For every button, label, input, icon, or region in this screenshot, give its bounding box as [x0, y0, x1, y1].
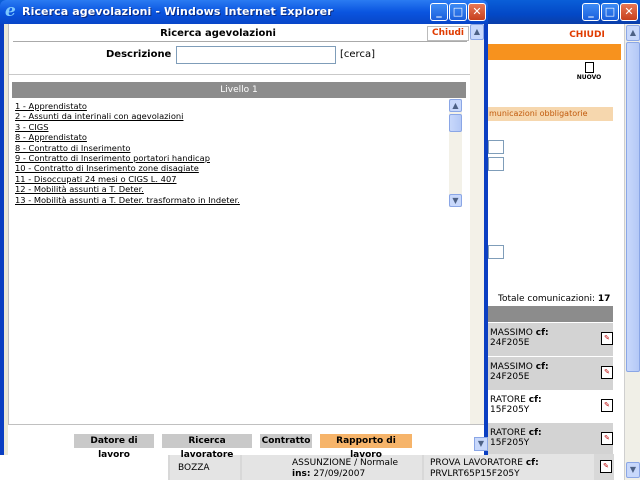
total-communications: Totale comunicazioni: 17: [498, 294, 610, 304]
popup-scroll-up-icon[interactable]: ▲: [470, 24, 484, 40]
pdf-icon[interactable]: ✎: [601, 399, 613, 412]
cf-label: cf:: [528, 395, 542, 405]
search-link[interactable]: [cerca]: [340, 49, 375, 60]
total-value: 17: [597, 294, 611, 304]
list-scroll-up-icon[interactable]: ▲: [449, 99, 462, 112]
ins-label: ins:: [292, 469, 311, 479]
row-type-cell: ASSUNZIONE / Normale ins: 27/09/2007: [242, 454, 422, 480]
minimize-button[interactable]: _: [582, 3, 600, 21]
worker-name: RATORE: [490, 428, 526, 438]
page-title: Ricerca agevolazioni: [160, 28, 276, 39]
worker-name: MASSIMO: [490, 362, 533, 372]
new-document-icon: [584, 62, 594, 73]
row-worker-cell: PROVA LAVORATORE cf: PRVLRT65P15F205Y: [424, 454, 594, 480]
pdf-icon[interactable]: ✎: [601, 366, 613, 379]
scroll-thumb[interactable]: [626, 42, 640, 372]
new-button[interactable]: NUOVO: [574, 62, 604, 86]
list-item[interactable]: 1 - Apprendistato: [15, 101, 445, 111]
close-link[interactable]: Chiudi: [427, 26, 469, 41]
table-header: [487, 306, 613, 322]
level-header: Livello 1: [12, 82, 466, 98]
maximize-button[interactable]: □: [601, 3, 619, 21]
tab-datore-di-lavoro[interactable]: Datore di lavoro: [74, 434, 154, 460]
popup-scroll-down-icon[interactable]: ▼: [474, 437, 488, 451]
worker-cf: 24F205E: [490, 372, 530, 382]
worker-name: RATORE: [490, 395, 526, 405]
popup-close-button[interactable]: ✕: [468, 3, 486, 21]
table-row[interactable]: MASSIMO cf: 24F205E ✎: [487, 323, 613, 356]
worker-cf: 24F205E: [490, 338, 530, 348]
filter-field-1[interactable]: [488, 140, 504, 154]
tab-contratto[interactable]: Contratto: [260, 434, 312, 448]
list-item[interactable]: 8 - Apprendistato: [15, 132, 445, 142]
description-label: Descrizione: [106, 49, 172, 60]
ie-icon: e: [5, 1, 16, 21]
table-row[interactable]: RATORE cf: 15F205Y ✎: [487, 390, 613, 423]
row-cell-empty: [8, 454, 168, 480]
cf-label: cf:: [535, 328, 549, 338]
list-item[interactable]: 11 - Disoccupati 24 mesi o CIGS L. 407: [15, 174, 445, 184]
worker-cf: PRVLRT65P15F205Y: [430, 469, 520, 479]
total-label: Totale comunicazioni:: [498, 294, 595, 304]
list-item[interactable]: 9 - Contratto di Inserimento portatori h…: [15, 153, 445, 163]
popup-minimize-button[interactable]: _: [430, 3, 448, 21]
list-item[interactable]: 12 - Mobilità assunti a T. Deter.: [15, 184, 445, 194]
main-vertical-scrollbar[interactable]: ▲ ▼: [624, 24, 640, 480]
table-row[interactable]: MASSIMO cf: 24F205E ✎: [487, 357, 613, 390]
table-row[interactable]: RATORE cf: 15F205Y ✎: [487, 423, 613, 456]
scroll-up-icon[interactable]: ▲: [626, 25, 640, 41]
popup-titlebar[interactable]: e Ricerca agevolazioni - Windows Interne…: [0, 0, 488, 24]
list-item[interactable]: 13 - Mobilità assunti a T. Deter. trasfo…: [15, 195, 445, 205]
main-orange-bar: [487, 44, 621, 60]
popup-page: Ricerca agevolazioni Chiudi Descrizione …: [8, 24, 471, 424]
list-item[interactable]: 10 - Contratto di Inserimento zone disag…: [15, 163, 445, 173]
description-input[interactable]: [176, 46, 336, 64]
divider: [9, 74, 471, 75]
worker-name: MASSIMO: [490, 328, 533, 338]
list-item[interactable]: 3 - CIGS: [15, 122, 445, 132]
tab-rapporto-di-lavoro[interactable]: Rapporto di lavoro: [320, 434, 412, 460]
scroll-down-icon[interactable]: ▼: [626, 462, 640, 478]
popup-maximize-button[interactable]: □: [449, 3, 467, 21]
popup-window-title: Ricerca agevolazioni - Windows Internet …: [22, 5, 333, 18]
filter-field-2[interactable]: [488, 157, 504, 171]
list-items: 1 - Apprendistato 2 - Assunti da interina…: [15, 101, 445, 205]
worker-cf: 15F205Y: [490, 405, 530, 415]
popup-header: Ricerca agevolazioni Chiudi: [13, 26, 469, 42]
popup-window: e Ricerca agevolazioni - Windows Interne…: [0, 0, 488, 460]
new-button-label: NUOVO: [576, 74, 602, 81]
pdf-icon[interactable]: ✎: [601, 332, 613, 345]
worker-name: PROVA LAVORATORE: [430, 458, 523, 468]
pdf-icon[interactable]: ✎: [601, 432, 613, 445]
worker-cf: 15F205Y: [490, 438, 530, 448]
cf-label: cf:: [525, 458, 539, 468]
filter-field-3[interactable]: [488, 245, 504, 259]
tab-ricerca-lavoratore[interactable]: Ricerca lavoratore: [162, 434, 252, 460]
popup-footer-nav: Datore di lavoro Ricerca lavoratore Cont…: [8, 424, 488, 460]
ins-date: 27/09/2007: [313, 469, 366, 479]
comunicazioni-tab[interactable]: municazioni obbligatorie: [487, 107, 613, 121]
pdf-icon[interactable]: ✎: [600, 460, 612, 473]
cf-label: cf:: [535, 362, 549, 372]
row-type: ASSUNZIONE / Normale: [292, 458, 399, 468]
list-scroll-thumb[interactable]: [449, 114, 462, 132]
main-close-link[interactable]: CHIUDI: [556, 28, 618, 42]
list-item[interactable]: 8 - Contratto di Inserimento: [15, 143, 445, 153]
list-scrollbar[interactable]: ▲ ▼: [449, 99, 462, 207]
popup-client-area: Ricerca agevolazioni Chiudi Descrizione …: [4, 24, 488, 460]
list-item[interactable]: 2 - Assunti da interinali con agevolazio…: [15, 111, 445, 121]
agevolazioni-list: 1 - Apprendistato 2 - Assunti da interina…: [12, 99, 466, 207]
popup-vertical-scrollbar[interactable]: ▲: [470, 24, 484, 424]
cf-label: cf:: [528, 428, 542, 438]
close-window-button[interactable]: ✕: [620, 3, 638, 21]
list-scroll-down-icon[interactable]: ▼: [449, 194, 462, 207]
